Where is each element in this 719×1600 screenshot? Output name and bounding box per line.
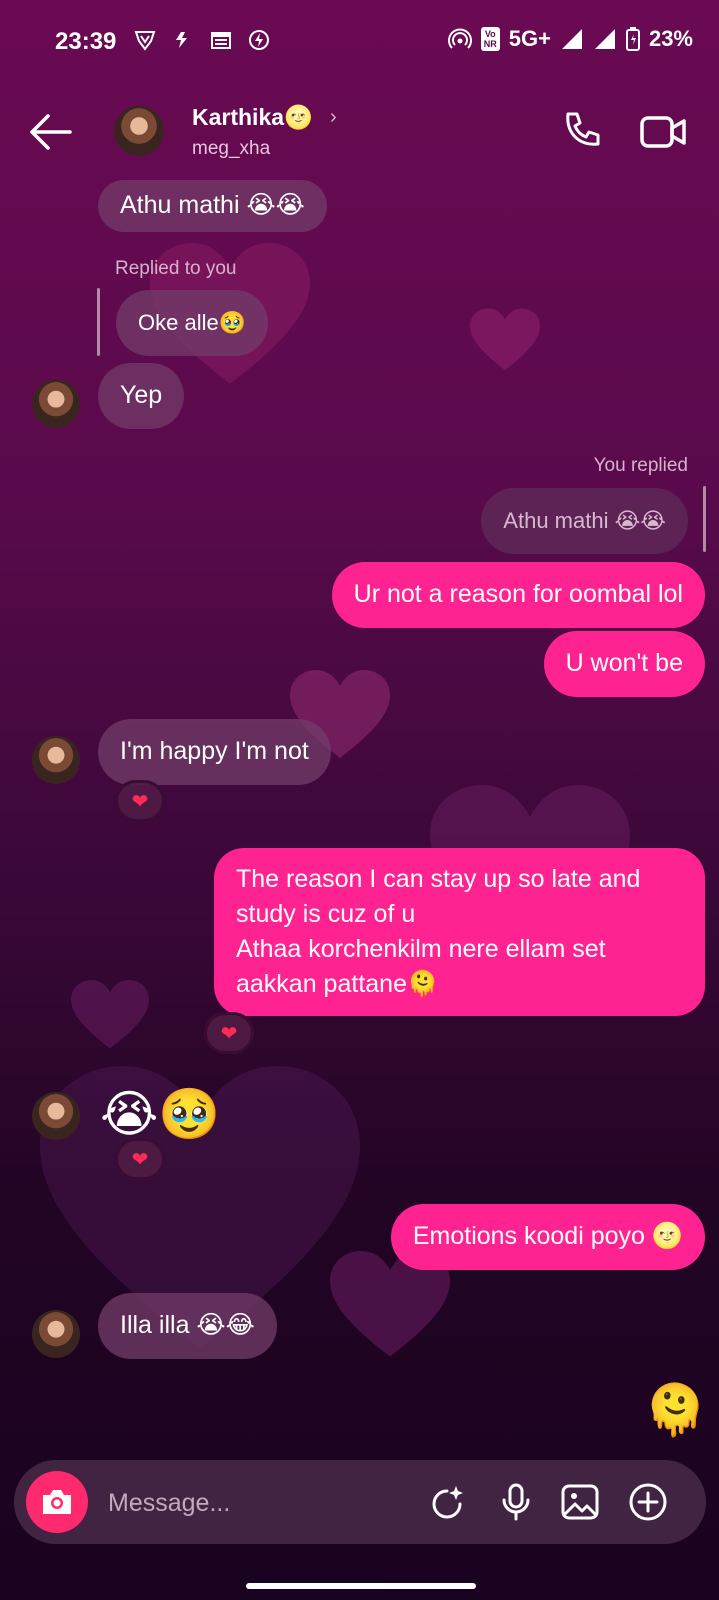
heart-decoration [70, 980, 150, 1050]
chevron-right-icon[interactable]: › [330, 106, 337, 129]
back-arrow-icon[interactable] [28, 112, 72, 152]
video-camera-icon[interactable] [640, 112, 688, 152]
message-input[interactable] [106, 1482, 410, 1524]
moon-emoji: 🌝 [284, 105, 313, 131]
reply-bar [97, 288, 100, 356]
vpn-icon [134, 31, 156, 51]
signal-icon [594, 29, 615, 49]
signal-icon [561, 29, 582, 49]
volte-icon: Vo NR [480, 27, 500, 51]
heart-decoration [470, 305, 540, 375]
quoted-message[interactable]: Athu mathi 😭😭 [481, 488, 688, 554]
home-indicator[interactable] [246, 1583, 476, 1589]
avatar[interactable] [32, 736, 80, 784]
message-incoming[interactable]: I'm happy I'm not [98, 719, 331, 785]
power-icon [249, 30, 269, 50]
plus-circle-icon[interactable] [628, 1482, 668, 1522]
battery-icon [625, 27, 640, 51]
phone-icon[interactable] [560, 110, 604, 154]
heart-reaction[interactable]: ❤ [204, 1012, 254, 1054]
message-incoming[interactable]: Athu mathi 😭😭 [98, 180, 327, 232]
message-incoming[interactable]: Yep [98, 363, 185, 429]
message-outgoing[interactable]: Emotions koodi poyo 🌝 [390, 1204, 705, 1270]
message-outgoing[interactable]: U won't be [543, 631, 705, 697]
status-bar: 23:39 Vo NR 5G+ 23% [0, 0, 719, 84]
message-incoming[interactable]: Illa illa 😭😂 [98, 1293, 277, 1359]
message-outgoing[interactable]: The reason I can stay up so late and stu… [214, 848, 705, 1016]
camera-button[interactable] [26, 1471, 88, 1533]
reply-context-label: Replied to you [115, 258, 237, 279]
melting-face-emoji[interactable]: 🫠 [644, 1380, 706, 1440]
heart-reaction[interactable]: ❤ [115, 780, 165, 822]
status-time: 23:39 [55, 28, 117, 55]
contact-name[interactable]: Karthika🌝 [192, 104, 313, 131]
reply-context-label: You replied [593, 455, 688, 476]
message-outgoing[interactable]: Ur not a reason for oombal lol [331, 562, 705, 628]
battery-level: 23% [648, 26, 693, 51]
avatar[interactable] [114, 106, 164, 156]
microphone-icon[interactable] [496, 1482, 536, 1522]
message-incoming[interactable]: Oke alle🥹 [116, 290, 269, 356]
contact-username: meg_xha [192, 138, 271, 159]
chat-header: Karthika🌝 › meg_xha [0, 96, 719, 172]
avatar[interactable] [32, 380, 80, 428]
avatar[interactable] [32, 1310, 80, 1358]
calendar-icon [211, 32, 231, 49]
reply-bar [703, 486, 706, 552]
hotspot-icon [447, 28, 472, 49]
camera-icon [43, 1490, 71, 1514]
heart-reaction[interactable]: ❤ [115, 1138, 165, 1180]
avatar[interactable] [32, 1092, 80, 1140]
sticker-sparkle-icon[interactable] [428, 1482, 468, 1522]
emoji-message[interactable]: 😭🥹 [100, 1084, 221, 1144]
message-composer [14, 1460, 706, 1544]
flash-icon [176, 32, 187, 48]
network-type: 5G+ [508, 26, 551, 51]
gallery-icon[interactable] [560, 1482, 600, 1522]
